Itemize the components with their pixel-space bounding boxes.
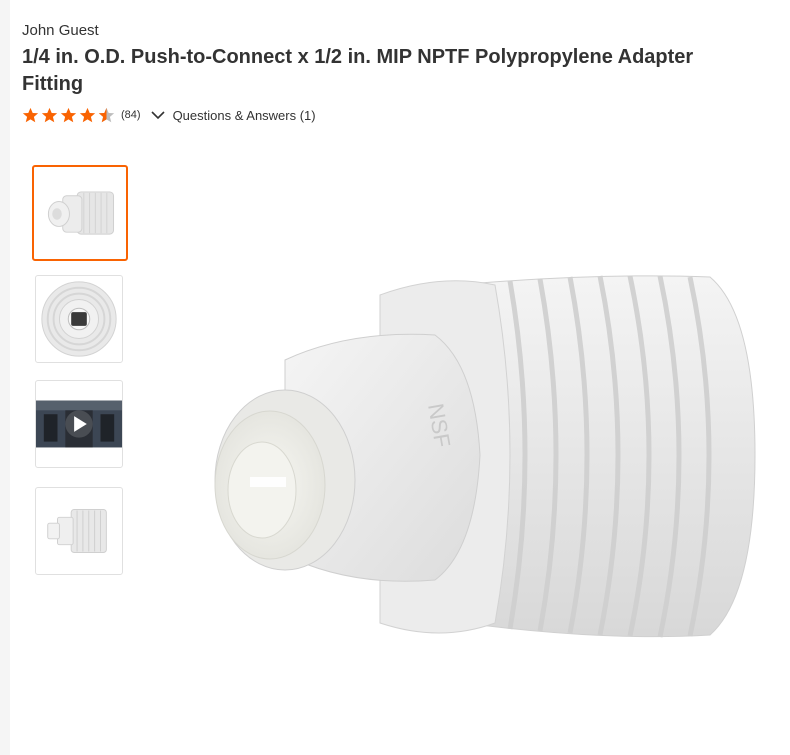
main-product-image[interactable]: NSF	[190, 155, 790, 755]
thumbnail-side-view[interactable]	[32, 165, 128, 261]
star-icon	[22, 107, 39, 122]
rating-row: (84) Questions & Answers (1)	[22, 105, 316, 125]
fitting-profile-thumbnail-image	[47, 509, 107, 553]
brand-name[interactable]: John Guest	[22, 22, 99, 39]
video-thumbnail-image	[36, 400, 122, 448]
product-page: John Guest 1/4 in. O.D. Push-to-Connect …	[10, 0, 790, 755]
half-star-icon	[98, 107, 115, 122]
chevron-down-icon[interactable]	[150, 107, 166, 123]
thumbnail-video[interactable]	[35, 380, 123, 468]
fitting-front-thumbnail-image	[41, 281, 117, 357]
thumbnail-front-view[interactable]	[35, 275, 123, 363]
thumbnail-profile-view[interactable]	[35, 487, 123, 575]
product-title: 1/4 in. O.D. Push-to-Connect x 1/2 in. M…	[22, 46, 694, 95]
star-icon	[79, 107, 96, 122]
review-count-link[interactable]: (84)	[121, 109, 141, 121]
fitting-side-thumbnail-image	[47, 191, 115, 235]
star-icon	[60, 107, 77, 122]
star-rating[interactable]	[22, 107, 115, 124]
questions-answers-link[interactable]: Questions & Answers (1)	[173, 108, 316, 123]
star-icon	[41, 107, 58, 122]
adapter-fitting-photo: NSF	[214, 275, 756, 638]
